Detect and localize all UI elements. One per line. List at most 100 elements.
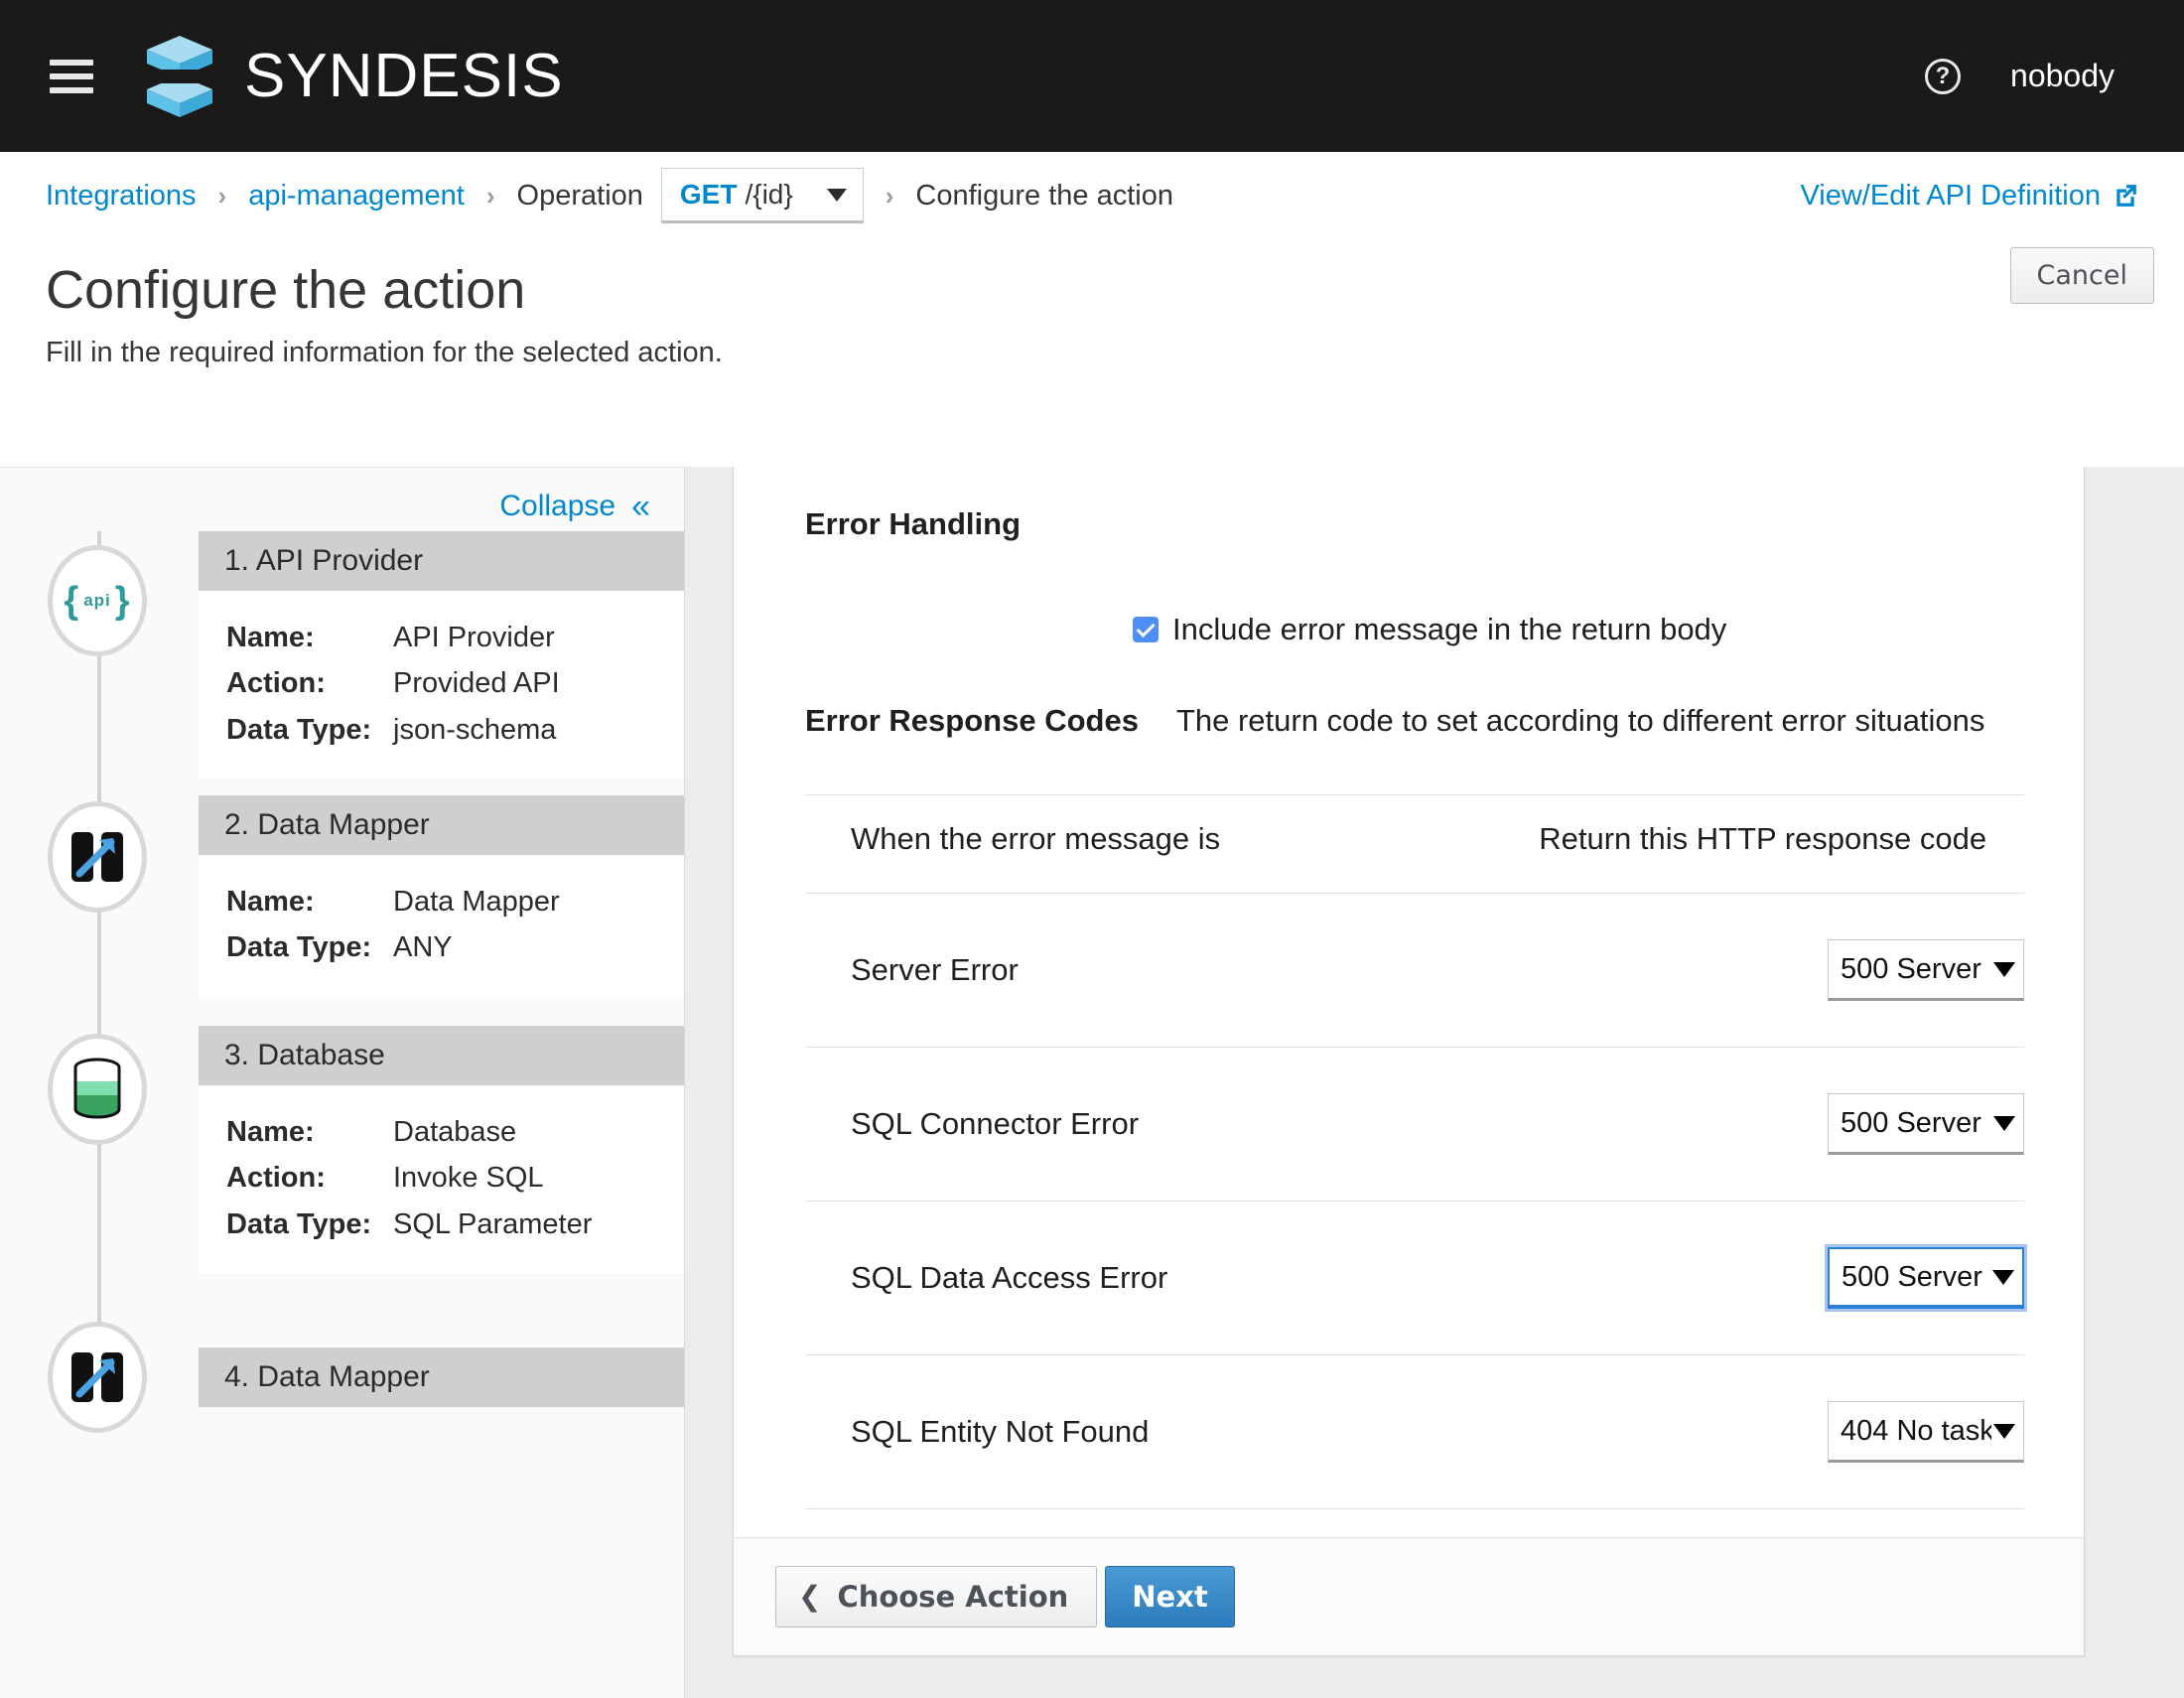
response-code-select[interactable]: 500 Server Error: [1828, 939, 2024, 1001]
flow-step-2[interactable]: 2. Data Mapper Name: Data Mapper Data Ty…: [0, 795, 684, 1026]
breadcrumb-separator: ›: [485, 180, 495, 211]
flow-step-badge: [48, 1322, 147, 1433]
response-code-cell: 500 Server Error: [1241, 1047, 2024, 1202]
response-code-value: 404 No task found with this id: [1841, 1414, 1991, 1447]
flow-field: Data Type: ANY: [226, 924, 684, 970]
breadcrumb: Integrations › api-management › Operatio…: [0, 152, 2184, 239]
response-code-select[interactable]: 500 Server Error: [1828, 1093, 2024, 1155]
flow-field-key: Data Type:: [226, 931, 372, 964]
question-circle-icon[interactable]: ?: [1925, 58, 1962, 94]
collapse-sidebar-button[interactable]: Collapse «: [499, 490, 650, 523]
error-response-codes-header: Error Response Codes The return code to …: [805, 703, 2024, 739]
flow-rail: {api}: [0, 531, 199, 795]
error-name-cell: Server Error: [805, 893, 1242, 1048]
response-code-cell: 500 Server Error: [1241, 893, 2024, 1048]
chevron-down-icon: [1993, 1423, 2015, 1439]
flow-field: Action: Invoke SQL: [226, 1155, 684, 1201]
error-response-codes-table: When the error message is Return this HT…: [805, 794, 2024, 1509]
user-menu[interactable]: nobody: [2010, 58, 2115, 94]
table-row: Server Error 500 Server Error: [805, 893, 2024, 1048]
response-code-value: 500 Server Error: [1841, 952, 1991, 985]
chevron-down-icon: [1993, 961, 2015, 977]
table-row: SQL Connector Error 500 Server Error: [805, 1047, 2024, 1202]
include-error-message-label[interactable]: Include error message in the return body: [1172, 612, 1726, 647]
breadcrumb-item-integrations[interactable]: Integrations: [46, 180, 197, 212]
breadcrumb-item-current: Configure the action: [915, 179, 1173, 212]
flow-field-value: Provided API: [393, 667, 560, 700]
page-title: Configure the action: [46, 260, 526, 320]
page-header: Configure the action Fill in the require…: [0, 239, 2184, 369]
flow-field: Name: Database: [226, 1109, 684, 1155]
operation-path: /{id}: [745, 179, 793, 210]
integration-flow-sidebar: Collapse « {api} 1. API Provider Name: A…: [0, 467, 685, 1698]
flow-step-body: Name: API Provider Action: Provided API …: [199, 591, 684, 779]
flow-field: Name: API Provider: [226, 615, 684, 660]
flow-step-badge: [48, 801, 147, 913]
flow-step-heading: 3. Database: [199, 1026, 684, 1085]
body-split: Collapse « {api} 1. API Provider Name: A…: [0, 467, 2184, 1698]
breadcrumb-item-api-management[interactable]: api-management: [248, 180, 465, 212]
response-code-cell: 500 Server Error: [1241, 1201, 2024, 1355]
operation-select[interactable]: GET /{id}: [660, 168, 864, 223]
top-navbar: SYNDESIS ? nobody: [0, 0, 2184, 152]
flow-step-badge: [48, 1034, 147, 1145]
flow-field-value: Invoke SQL: [393, 1162, 544, 1195]
table-body: Server Error 500 Server Error SQL Connec…: [805, 893, 2024, 1509]
flow-rail: [0, 795, 199, 1026]
flow-field-key: Name:: [226, 1116, 315, 1148]
flow-field-value: ANY: [393, 931, 453, 964]
error-name-cell: SQL Data Access Error: [805, 1201, 1242, 1355]
flow-step-card: 4. Data Mapper: [199, 1290, 684, 1409]
view-edit-api-definition-link[interactable]: View/Edit API Definition: [1800, 180, 2138, 212]
flow-field: Data Type: json-schema: [226, 707, 684, 753]
include-error-message-row: Include error message in the return body: [805, 612, 2024, 647]
navbar-actions: ? nobody: [1925, 58, 2144, 94]
include-error-message-checkbox[interactable]: [1133, 617, 1159, 642]
flow-field-value: SQL Parameter: [393, 1207, 593, 1240]
error-name-cell: SQL Entity Not Found: [805, 1354, 1242, 1509]
flow-step-3[interactable]: 3. Database Name: Database Action: Invok…: [0, 1026, 684, 1290]
database-icon: [73, 1058, 121, 1119]
choose-action-back-button[interactable]: ❮ Choose Action: [775, 1566, 1098, 1627]
flow-rail: [0, 1026, 199, 1290]
flow-field-value: json-schema: [393, 713, 557, 746]
response-code-select[interactable]: 500 Server Error: [1828, 1247, 2024, 1309]
chevron-down-icon: [1993, 1115, 2015, 1131]
card-scroll-area: Error Handling Include error message in …: [734, 467, 2084, 1537]
brand[interactable]: SYNDESIS: [141, 34, 564, 119]
table-row: SQL Entity Not Found 404 No task found w…: [805, 1354, 2024, 1509]
flow-field-value: API Provider: [393, 622, 555, 653]
data-mapper-icon: [71, 832, 123, 882]
flow-step-1[interactable]: {api} 1. API Provider Name: API Provider…: [0, 531, 684, 795]
flow-field-key: Data Type:: [226, 1207, 372, 1240]
error-response-codes-label: Error Response Codes: [805, 703, 1139, 738]
breadcrumb-items: Integrations › api-management › Operatio…: [46, 168, 1173, 223]
flow-step-badge: {api}: [48, 545, 147, 656]
column-header-response-code: Return this HTTP response code: [1241, 794, 2024, 894]
flow-step-body: Name: Data Mapper Data Type: ANY: [199, 855, 684, 997]
next-button[interactable]: Next: [1105, 1566, 1235, 1627]
flow-step-list: {api} 1. API Provider Name: API Provider…: [0, 531, 684, 1433]
cancel-button[interactable]: Cancel: [2009, 247, 2154, 304]
flow-connector-line: [97, 1290, 101, 1324]
chevron-double-left-icon: «: [631, 488, 650, 525]
breadcrumb-separator: ›: [217, 180, 227, 211]
external-link-icon: [2116, 185, 2136, 207]
operation-method: GET: [679, 179, 738, 210]
flow-step-heading: 1. API Provider: [199, 531, 684, 591]
collapse-label: Collapse: [499, 490, 616, 522]
hamburger-icon[interactable]: [50, 59, 93, 93]
table-row: SQL Data Access Error 500 Server Error: [805, 1201, 2024, 1355]
main-content-wrap: Error Handling Include error message in …: [685, 467, 2184, 1698]
response-code-select[interactable]: 404 No task found with this id: [1828, 1401, 2024, 1463]
flow-field-key: Action:: [226, 667, 326, 700]
data-mapper-icon: [71, 1352, 123, 1402]
chevron-down-icon: [1992, 1269, 2014, 1285]
flow-step-heading: 2. Data Mapper: [199, 795, 684, 855]
flow-step-4[interactable]: 4. Data Mapper: [0, 1290, 684, 1433]
breadcrumb-item-operation: Operation: [516, 179, 643, 212]
flow-field-value: Database: [393, 1116, 517, 1148]
api-definition-label: View/Edit API Definition: [1800, 179, 2101, 212]
collapse-row: Collapse «: [0, 468, 684, 531]
flow-field: Name: Data Mapper: [226, 879, 684, 924]
